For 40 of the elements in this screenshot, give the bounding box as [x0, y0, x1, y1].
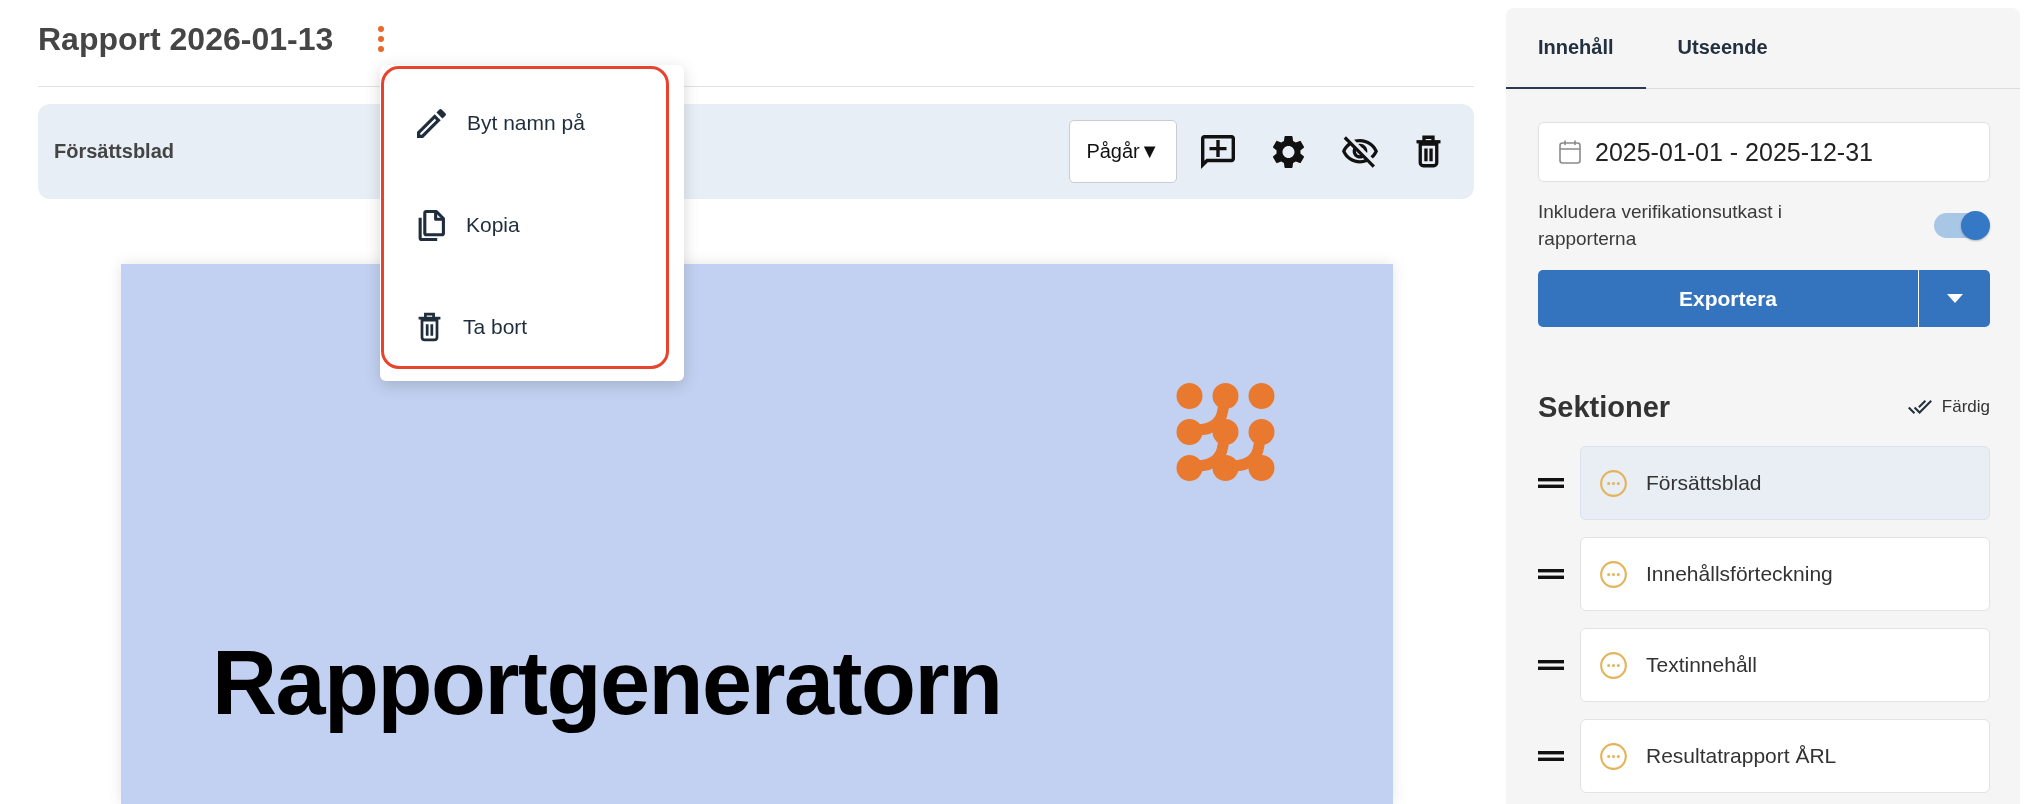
section-item[interactable]: Innehållsförteckning: [1580, 537, 1990, 611]
toggle-switch[interactable]: [1934, 210, 1990, 240]
calendar-icon: [1559, 140, 1581, 164]
copy-icon: [417, 209, 445, 241]
done-button[interactable]: Färdig: [1907, 397, 1990, 417]
drag-handle-icon[interactable]: [1538, 569, 1564, 579]
toggle-label: Inkludera verifikationsutkast i rapporterna: [1538, 200, 1783, 251]
tab[interactable]: Utseende: [1645, 8, 1800, 89]
section-title: Försättsblad: [54, 140, 175, 163]
caret-icon: [1946, 294, 1963, 303]
eye-crossed-icon[interactable]: [1342, 135, 1378, 168]
trash-icon: [417, 312, 442, 342]
trash-icon[interactable]: [1415, 135, 1442, 168]
drag-handle-icon[interactable]: [1538, 660, 1564, 670]
drag-handle-icon[interactable]: [1538, 478, 1564, 488]
menu-item[interactable]: Kopia: [384, 186, 666, 264]
pencil-icon: [417, 108, 446, 138]
date-range-field[interactable]: 2025-01-01 - 2025-12-31: [1538, 122, 1990, 182]
section-item[interactable]: Textinnehåll: [1580, 628, 1990, 702]
section-item[interactable]: Försättsblad: [1580, 446, 1990, 520]
cover-title: Rapportgeneratorn: [212, 632, 1003, 735]
drag-handle-icon[interactable]: [1538, 751, 1564, 761]
export-dropdown-button[interactable]: [1918, 270, 1990, 327]
report-title: Rapport 2026-01-13: [38, 22, 334, 56]
section-item[interactable]: Resultatrapport ÅRL: [1580, 719, 1990, 793]
kebab-menu-icon[interactable]: [377, 26, 386, 52]
menu-item[interactable]: Byt namn på: [384, 84, 666, 162]
tab[interactable]: Innehåll: [1506, 8, 1646, 89]
ellipsis-circle-icon: [1600, 742, 1627, 770]
menu-item[interactable]: Ta bort: [384, 288, 666, 366]
export-button[interactable]: Exportera: [1538, 270, 1918, 327]
sections-heading: Sektioner: [1538, 390, 1671, 424]
comment-add-icon[interactable]: [1201, 134, 1235, 169]
status-dropdown[interactable]: Pågår▼: [1069, 120, 1177, 183]
ellipsis-circle-icon: [1600, 469, 1627, 497]
settings-icon[interactable]: [1272, 134, 1305, 169]
ellipsis-circle-icon: [1600, 651, 1627, 679]
logo-icon: [1176, 383, 1275, 481]
double-check-icon: [1907, 400, 1932, 414]
ellipsis-circle-icon: [1600, 560, 1627, 588]
